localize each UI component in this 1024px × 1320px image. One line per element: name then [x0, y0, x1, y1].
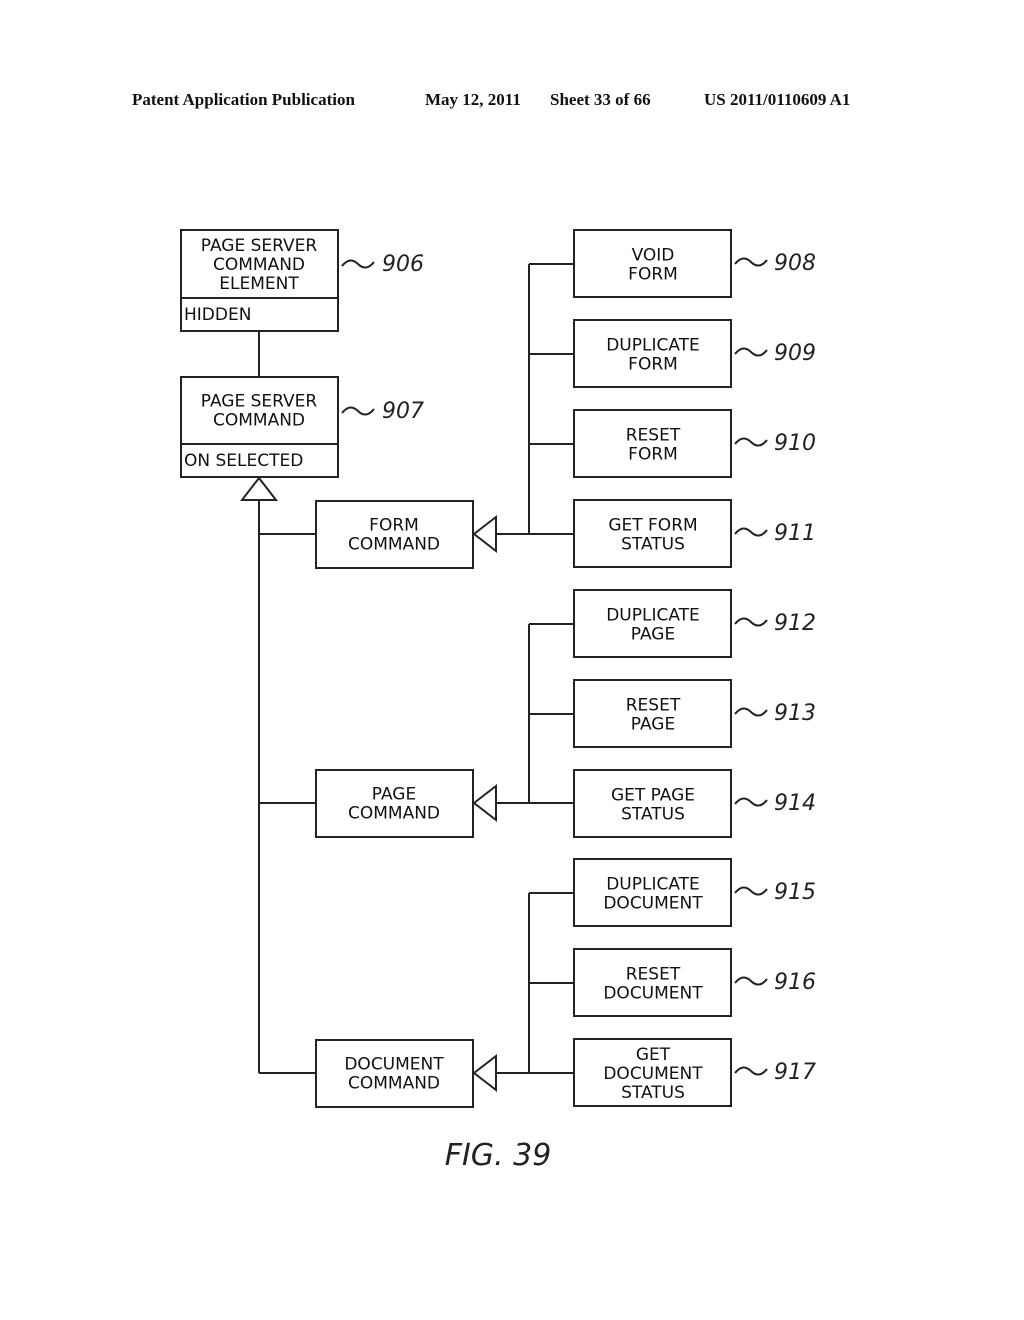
class-name-line: PAGE — [631, 625, 675, 645]
ref-913: 913 — [774, 701, 816, 726]
class-duplicate-page: DUPLICATEPAGE — [573, 589, 732, 658]
inheritance-arrow-icon — [472, 514, 497, 554]
class-name-line: VOID — [632, 246, 675, 266]
class-name-line: FORM — [628, 265, 678, 285]
ref-915: 915 — [774, 880, 816, 905]
class-name-line: COMMAND — [213, 411, 305, 431]
class-name-line: GET — [636, 1045, 671, 1065]
inheritance-arrow-icon — [239, 476, 279, 501]
class-name-line: PAGE — [372, 785, 416, 805]
class-page-command: PAGECOMMAND — [315, 769, 474, 838]
ref-917: 917 — [774, 1060, 816, 1085]
class-name-line: DUPLICATE — [606, 606, 700, 626]
class-name-line: PAGE SERVER — [201, 392, 318, 412]
leader-917-icon — [734, 1066, 768, 1076]
class-get-document-status: GETDOCUMENTSTATUS — [573, 1038, 732, 1107]
class-name-line: STATUS — [621, 1083, 685, 1103]
class-page-server-command: PAGE SERVERCOMMAND ON SELECTED — [180, 376, 339, 478]
ref-907: 907 — [382, 399, 424, 424]
class-name-line: COMMAND — [348, 804, 440, 824]
class-get-page-status: GET PAGESTATUS — [573, 769, 732, 838]
class-name-line: DUPLICATE — [606, 336, 700, 356]
class-name-line: DOCUMENT — [603, 894, 703, 914]
class-name-line: COMMAND — [213, 255, 305, 275]
class-duplicate-form: DUPLICATEFORM — [573, 319, 732, 388]
leader-913-icon — [734, 707, 768, 717]
leader-916-icon — [734, 976, 768, 986]
class-name-line: PAGE — [631, 715, 675, 735]
class-name-line: RESET — [626, 696, 681, 716]
class-name-line: FORM — [369, 516, 419, 536]
class-name-line: ELEMENT — [219, 274, 299, 294]
leader-908-icon — [734, 257, 768, 267]
class-name-line: RESET — [626, 426, 681, 446]
ref-916: 916 — [774, 970, 816, 995]
class-name-line: COMMAND — [348, 535, 440, 555]
class-name-line: GET PAGE — [611, 786, 695, 806]
leader-910-icon — [734, 437, 768, 447]
inheritance-arrow-icon — [472, 1053, 497, 1093]
leader-907-icon — [341, 406, 375, 416]
class-get-form-status: GET FORMSTATUS — [573, 499, 732, 568]
attribute-on-selected: ON SELECTED — [184, 451, 303, 471]
leader-915-icon — [734, 886, 768, 896]
class-name-line: DOCUMENT — [603, 1064, 703, 1084]
class-name-line: FORM — [628, 445, 678, 465]
class-name-line: PAGE SERVER — [201, 236, 318, 256]
class-form-command: FORMCOMMAND — [315, 500, 474, 569]
class-reset-document: RESETDOCUMENT — [573, 948, 732, 1017]
leader-906-icon — [341, 259, 375, 269]
class-name-line: STATUS — [621, 805, 685, 825]
ref-912: 912 — [774, 611, 816, 636]
inheritance-arrow-icon — [472, 783, 497, 823]
ref-910: 910 — [774, 431, 816, 456]
class-name-line: FORM — [628, 355, 678, 375]
class-document-command: DOCUMENTCOMMAND — [315, 1039, 474, 1108]
figure-label: FIG. 39 — [445, 1138, 552, 1173]
class-name-line: GET FORM — [608, 516, 697, 536]
ref-906: 906 — [382, 252, 424, 277]
class-name-line: DUPLICATE — [606, 875, 700, 895]
class-name-line: DOCUMENT — [344, 1055, 444, 1075]
uml-class-diagram: PAGE SERVERCOMMANDELEMENTHIDDEN906PAGE S… — [180, 229, 816, 1173]
ref-914: 914 — [774, 791, 816, 816]
class-void-form: VOIDFORM — [573, 229, 732, 298]
class-reset-form: RESETFORM — [573, 409, 732, 478]
leader-911-icon — [734, 527, 768, 537]
class-name-line: STATUS — [621, 535, 685, 555]
ref-911: 911 — [774, 521, 816, 546]
leader-912-icon — [734, 617, 768, 627]
class-name-line: DOCUMENT — [603, 984, 703, 1004]
attribute-hidden: HIDDEN — [184, 305, 251, 325]
leader-914-icon — [734, 797, 768, 807]
class-duplicate-document: DUPLICATEDOCUMENT — [573, 858, 732, 927]
leader-909-icon — [734, 347, 768, 357]
class-name-line: RESET — [626, 965, 681, 985]
class-page-server-command-element: PAGE SERVERCOMMANDELEMENT HIDDEN — [180, 229, 339, 332]
ref-908: 908 — [774, 251, 816, 276]
class-reset-page: RESETPAGE — [573, 679, 732, 748]
ref-909: 909 — [774, 341, 816, 366]
class-name-line: COMMAND — [348, 1074, 440, 1094]
